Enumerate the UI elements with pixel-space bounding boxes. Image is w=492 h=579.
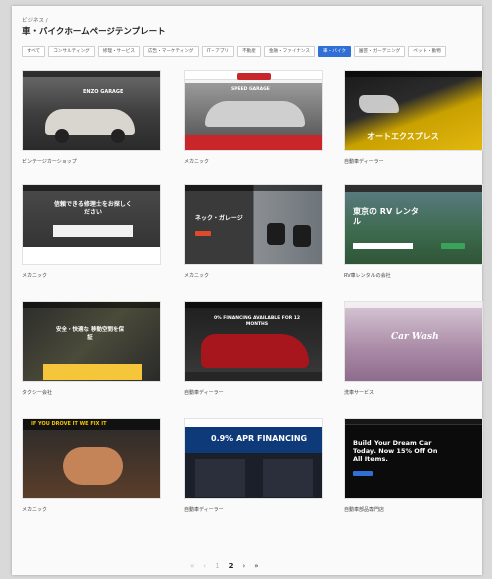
cta-button: [195, 231, 211, 236]
pagination-current-page: 2: [228, 562, 234, 570]
template-card[interactable]: 0% FINANCING AVAILABLE FOR 12 MONTHS 自動車…: [184, 301, 323, 396]
pagination-page-1[interactable]: 1: [215, 562, 219, 570]
thumbnail-headline: 0.9% APR FINANCING: [211, 434, 308, 443]
category-filter-bar: すべて コンサルティング 修理・サービス 広告・マーケティング IT・アプリ 不…: [22, 46, 446, 57]
template-thumbnail[interactable]: オートエクスプレス: [344, 70, 483, 151]
rider-shape: [293, 225, 311, 247]
promo-tile: [263, 459, 313, 497]
template-name[interactable]: タクシー会社: [22, 389, 161, 396]
wheel-shape: [55, 129, 69, 143]
thumbnail-nav: [345, 185, 482, 192]
pagination: « ‹ 1 2 › »: [190, 562, 259, 570]
thumbnail-headline: ネック・ガレージ: [195, 215, 243, 222]
template-name[interactable]: RV車レンタルの会社: [344, 272, 483, 279]
thumbnail-nav: [185, 419, 322, 427]
filter-chip-realestate[interactable]: 不動産: [237, 46, 261, 57]
template-thumbnail[interactable]: 東京の RV レンタル: [344, 184, 483, 265]
filter-chip-all[interactable]: すべて: [22, 46, 46, 57]
template-card[interactable]: ENZO GARAGE ビンテージカーショップ: [22, 70, 161, 165]
template-thumbnail[interactable]: ネック・ガレージ: [184, 184, 323, 265]
template-card[interactable]: 東京の RV レンタル RV車レンタルの会社: [344, 184, 483, 279]
red-band: [185, 135, 322, 150]
template-card[interactable]: Build Your Dream Car Today. Now 15% Off …: [344, 418, 483, 513]
thumbnail-nav: [345, 419, 482, 425]
thumbnail-nav: [23, 185, 160, 191]
filter-chip-pet[interactable]: ペット・動物: [408, 46, 446, 57]
filter-chip-garden[interactable]: 園芸・ガーデニング: [353, 46, 406, 57]
thumbnail-headline: SPEED GARAGE: [231, 87, 270, 92]
thumbnail-headline: 信頼できる修理士をお探しください: [54, 201, 132, 216]
thumbnail-headline: 0% FINANCING AVAILABLE FOR 12 MONTHS: [214, 316, 300, 327]
template-thumbnail[interactable]: 0% FINANCING AVAILABLE FOR 12 MONTHS: [184, 301, 323, 382]
template-card[interactable]: IF YOU DROVE IT WE FIX IT メカニック: [22, 418, 161, 513]
thumbnail-nav: [345, 302, 482, 308]
logo-shape: [237, 73, 271, 80]
template-card[interactable]: 安全・快適な 移動空間を保証 タクシー会社: [22, 301, 161, 396]
filter-chip-repair[interactable]: 修理・サービス: [97, 46, 140, 57]
thumbnail-nav: [185, 185, 322, 191]
template-thumbnail[interactable]: Car Wash: [344, 301, 483, 382]
thumbnail-nav: [345, 71, 482, 77]
template-card[interactable]: 信頼できる修理士をお探しください メカニック: [22, 184, 161, 279]
pagination-first[interactable]: «: [190, 562, 194, 570]
filter-chip-it[interactable]: IT・アプリ: [201, 46, 235, 57]
template-name[interactable]: 自動車ディーラー: [184, 506, 323, 513]
template-name[interactable]: メカニック: [184, 158, 323, 165]
thumbnail-headline: IF YOU DROVE IT WE FIX IT: [31, 421, 107, 427]
template-grid: ENZO GARAGE ビンテージカーショップ SPEED GARAGE メカニ…: [22, 70, 483, 520]
template-thumbnail[interactable]: 信頼できる修理士をお探しください: [22, 184, 161, 265]
thumbnail-headline: 安全・快適な 移動空間を保証: [56, 327, 124, 341]
template-thumbnail[interactable]: 安全・快適な 移動空間を保証: [22, 301, 161, 382]
template-name[interactable]: 洗車サービス: [344, 389, 483, 396]
template-thumbnail[interactable]: SPEED GARAGE: [184, 70, 323, 151]
pagination-next[interactable]: ›: [242, 562, 245, 570]
breadcrumb[interactable]: ビジネス /: [22, 16, 48, 24]
template-card[interactable]: SPEED GARAGE メカニック: [184, 70, 323, 165]
thumbnail-headline: Build Your Dream Car Today. Now 15% Off …: [353, 439, 438, 463]
template-name[interactable]: 自動車ディーラー: [344, 158, 483, 165]
cta-button: [441, 243, 465, 249]
thumbnail-headline: オートエクスプレス: [367, 132, 439, 141]
thumbnail-headline: 東京の RV レンタル: [353, 207, 419, 226]
template-name[interactable]: 自動車ディーラー: [184, 389, 323, 396]
footer-band: [185, 372, 322, 381]
pagination-prev[interactable]: ‹: [203, 562, 206, 570]
template-card[interactable]: 0.9% APR FINANCING 自動車ディーラー: [184, 418, 323, 513]
thumbnail-nav: [23, 71, 160, 77]
template-name[interactable]: 自動車部品専門店: [344, 506, 483, 513]
car-shape: [201, 334, 309, 368]
filter-chip-finance[interactable]: 金融・ファイナンス: [263, 46, 316, 57]
template-thumbnail[interactable]: IF YOU DROVE IT WE FIX IT: [22, 418, 161, 499]
thumbnail-headline: ENZO GARAGE: [83, 89, 124, 95]
info-panel: [53, 225, 133, 237]
thumbnail-nav: [23, 302, 160, 308]
template-card[interactable]: オートエクスプレス 自動車ディーラー: [344, 70, 483, 165]
filter-chip-consulting[interactable]: コンサルティング: [48, 46, 95, 57]
template-name[interactable]: メカニック: [22, 506, 161, 513]
search-bar: [353, 243, 413, 249]
thumbnail-nav: [185, 302, 322, 308]
template-name[interactable]: ビンテージカーショップ: [22, 158, 161, 165]
hands-shape: [63, 447, 123, 485]
yellow-panel: [43, 364, 142, 380]
template-card[interactable]: ネック・ガレージ メカニック: [184, 184, 323, 279]
template-thumbnail[interactable]: ENZO GARAGE: [22, 70, 161, 151]
car-shape: [205, 101, 305, 127]
template-name[interactable]: メカニック: [22, 272, 161, 279]
filter-chip-car[interactable]: 車・バイク: [318, 46, 351, 57]
template-thumbnail[interactable]: Build Your Dream Car Today. Now 15% Off …: [344, 418, 483, 499]
wheel-shape: [111, 129, 125, 143]
white-band: [23, 247, 160, 264]
promo-tile: [195, 459, 245, 497]
template-name[interactable]: メカニック: [184, 272, 323, 279]
rider-shape: [267, 223, 285, 245]
filter-chip-marketing[interactable]: 広告・マーケティング: [142, 46, 199, 57]
template-thumbnail[interactable]: 0.9% APR FINANCING: [184, 418, 323, 499]
headlight-shape: [359, 95, 399, 113]
pagination-last[interactable]: »: [254, 562, 258, 570]
cta-button: [353, 471, 373, 476]
template-card[interactable]: Car Wash 洗車サービス: [344, 301, 483, 396]
page-title: 車・バイクホームページテンプレート: [22, 27, 166, 37]
thumbnail-headline: Car Wash: [391, 332, 439, 342]
